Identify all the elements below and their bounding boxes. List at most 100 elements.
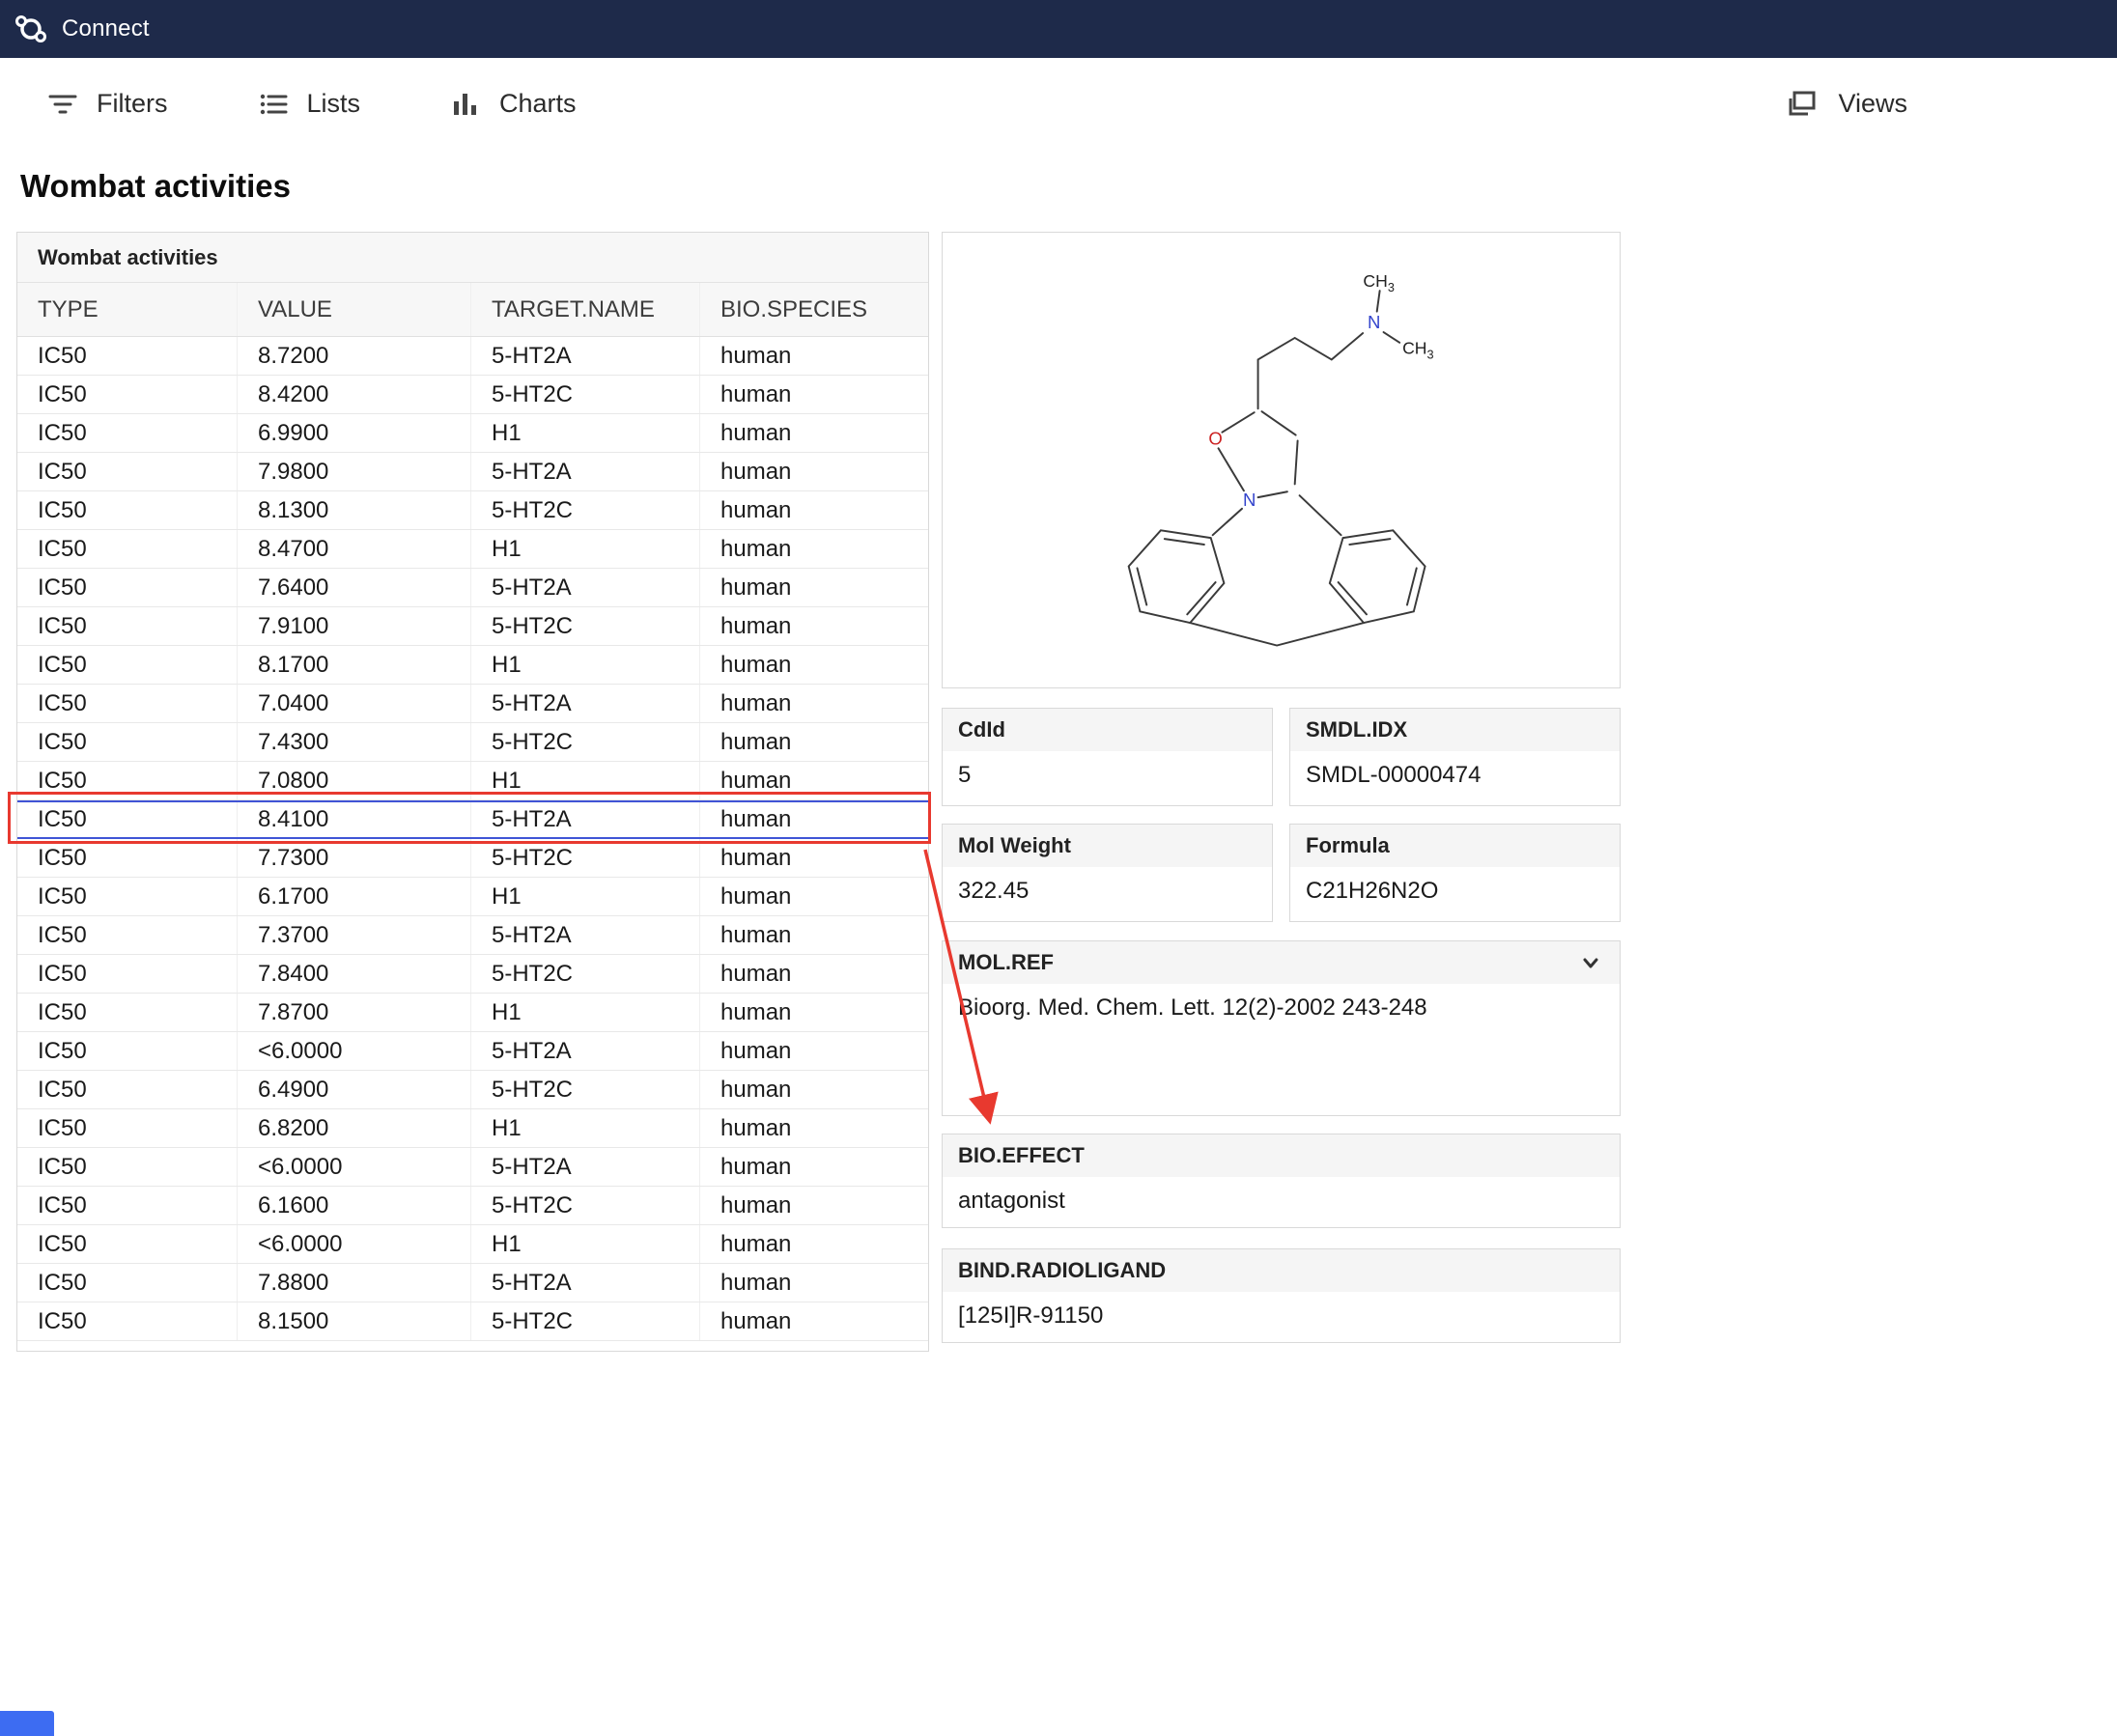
table-cell: IC50: [17, 802, 238, 837]
mol-weight-card: Mol Weight 322.45: [942, 824, 1273, 922]
table-cell: 7.8400: [238, 955, 471, 993]
bio-effect-value: antagonist: [958, 1188, 1065, 1214]
smdl-idx-value: SMDL-00000474: [1306, 762, 1482, 788]
table-cell: human: [720, 1077, 792, 1103]
smdl-idx-label: SMDL.IDX: [1290, 709, 1620, 751]
table-cell: 5-HT2C: [471, 376, 700, 413]
lists-button[interactable]: Lists: [257, 88, 360, 121]
table-row[interactable]: IC50 8.7200 5-HT2A human: [17, 337, 928, 376]
formula-card: Formula C21H26N2O: [1289, 824, 1621, 922]
table-cell: human: [720, 961, 792, 987]
table-row-selected[interactable]: IC50 8.4100 5-HT2A human: [17, 800, 928, 839]
table-cell: human: [720, 999, 792, 1025]
table-row[interactable]: IC50 7.6400 5-HT2A human: [17, 569, 928, 607]
table-cell: <6.0000: [238, 1032, 471, 1070]
table-row[interactable]: IC50 7.9100 5-HT2C human: [17, 607, 928, 646]
structure-card: CH3 N CH3 O N: [942, 232, 1621, 688]
charts-button[interactable]: Charts: [449, 88, 577, 121]
table-cell: 5-HT2A: [471, 1032, 700, 1070]
table-cell: 7.3700: [238, 916, 471, 954]
table-cell: 8.1500: [238, 1302, 471, 1340]
table-cell: 5-HT2A: [471, 569, 700, 606]
table-cell: IC50: [17, 530, 238, 568]
filters-button[interactable]: Filters: [46, 88, 168, 121]
table-cell: 6.4900: [238, 1071, 471, 1108]
table-cell: human: [720, 343, 792, 369]
table-row[interactable]: IC50 8.4200 5-HT2C human: [17, 376, 928, 414]
table-row[interactable]: IC50 6.1600 5-HT2C human: [17, 1187, 928, 1225]
table-cell: human: [720, 845, 792, 871]
table-cell: IC50: [17, 337, 238, 375]
table-header-row: TYPE VALUE TARGET.NAME BIO.SPECIES: [17, 283, 928, 337]
table-row[interactable]: IC50 <6.0000 H1 human: [17, 1225, 928, 1264]
table-cell: 7.8800: [238, 1264, 471, 1302]
table-cell: 7.8700: [238, 994, 471, 1031]
table-cell: IC50: [17, 569, 238, 606]
table-cell: 8.7200: [238, 337, 471, 375]
table-cell: human: [720, 381, 792, 407]
table-row[interactable]: IC50 8.1700 H1 human: [17, 646, 928, 685]
table-cell: human: [720, 613, 792, 639]
table-row[interactable]: IC50 7.8400 5-HT2C human: [17, 955, 928, 994]
table-cell: human: [720, 922, 792, 948]
property-cards-grid: CdId 5 SMDL.IDX SMDL-00000474 Mol Weight…: [942, 708, 1621, 922]
table-cell: 7.6400: [238, 569, 471, 606]
table-row[interactable]: IC50 <6.0000 5-HT2A human: [17, 1032, 928, 1071]
table-cell: IC50: [17, 1302, 238, 1340]
table-cell: IC50: [17, 1225, 238, 1263]
bind-radioligand-value: [125I]R-91150: [958, 1302, 1104, 1329]
table-row[interactable]: IC50 7.7300 5-HT2C human: [17, 839, 928, 878]
table-row[interactable]: IC50 8.4700 H1 human: [17, 530, 928, 569]
table-cell: IC50: [17, 685, 238, 722]
table-cell: human: [720, 806, 792, 832]
table-cell: IC50: [17, 1148, 238, 1186]
table-row[interactable]: IC50 7.0400 5-HT2A human: [17, 685, 928, 723]
views-button[interactable]: Views: [1784, 86, 1907, 123]
connect-logo-icon: [14, 12, 48, 46]
table-row[interactable]: IC50 7.8800 5-HT2A human: [17, 1264, 928, 1302]
table-cell: H1: [471, 530, 700, 568]
table-title: Wombat activities: [17, 233, 928, 283]
chevron-down-icon[interactable]: [1577, 949, 1604, 976]
table-row[interactable]: IC50 7.4300 5-HT2C human: [17, 723, 928, 762]
table-cell: 5-HT2C: [471, 1071, 700, 1108]
table-row[interactable]: IC50 8.1500 5-HT2C human: [17, 1302, 928, 1341]
table-cell: IC50: [17, 762, 238, 799]
bio-effect-label: BIO.EFFECT: [943, 1134, 1620, 1177]
table-row[interactable]: IC50 6.4900 5-HT2C human: [17, 1071, 928, 1109]
views-label: Views: [1838, 89, 1907, 118]
table-cell: 5-HT2C: [471, 1187, 700, 1224]
table-cell: 5-HT2C: [471, 839, 700, 877]
table-row[interactable]: IC50 8.1300 5-HT2C human: [17, 491, 928, 530]
table-cell: 6.1600: [238, 1187, 471, 1224]
table-row[interactable]: IC50 6.1700 H1 human: [17, 878, 928, 916]
filters-label: Filters: [97, 89, 168, 118]
table-cell: 7.0800: [238, 762, 471, 799]
atom-label-ch3-right: CH3: [1402, 338, 1433, 361]
bottom-left-widget[interactable]: [0, 1711, 54, 1736]
column-header-value[interactable]: VALUE: [238, 283, 471, 336]
table-cell: human: [720, 883, 792, 910]
column-header-target-name[interactable]: TARGET.NAME: [471, 283, 700, 336]
table-cell: 8.1300: [238, 491, 471, 529]
table-row[interactable]: IC50 6.9900 H1 human: [17, 414, 928, 453]
table-cell: human: [720, 459, 792, 485]
table-cell: IC50: [17, 607, 238, 645]
table-row[interactable]: IC50 7.9800 5-HT2A human: [17, 453, 928, 491]
table-row[interactable]: IC50 7.0800 H1 human: [17, 762, 928, 800]
table-cell: 7.7300: [238, 839, 471, 877]
table-cell: IC50: [17, 414, 238, 452]
table-row[interactable]: IC50 7.8700 H1 human: [17, 994, 928, 1032]
table-cell: 6.1700: [238, 878, 471, 915]
column-header-type[interactable]: TYPE: [17, 283, 238, 336]
column-header-bio-species[interactable]: BIO.SPECIES: [700, 283, 928, 336]
table-cell: human: [720, 536, 792, 562]
table-row[interactable]: IC50 7.3700 5-HT2A human: [17, 916, 928, 955]
table-row[interactable]: IC50 <6.0000 5-HT2A human: [17, 1148, 928, 1187]
table-cell: 8.4200: [238, 376, 471, 413]
table-cell: 5-HT2A: [471, 802, 700, 837]
table-cell: IC50: [17, 1109, 238, 1147]
table-row[interactable]: IC50 6.8200 H1 human: [17, 1109, 928, 1148]
table-cell: H1: [471, 1109, 700, 1147]
page-title: Wombat activities: [20, 168, 291, 204]
